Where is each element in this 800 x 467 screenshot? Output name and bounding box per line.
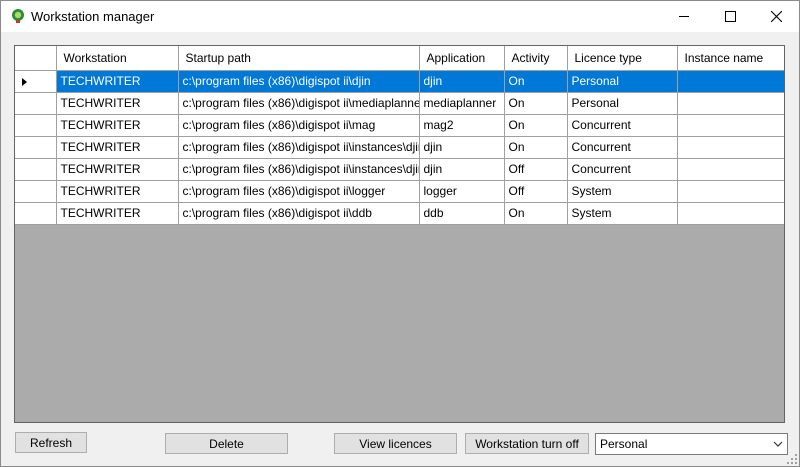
workstation-manager-window: Workstation manager Workstation Startup …	[0, 0, 800, 467]
cell-startup-path[interactable]: c:\program files (x86)\digispot ii\mag	[178, 114, 420, 137]
cell-licence-type[interactable]: Personal	[567, 70, 678, 93]
cell-startup-path[interactable]: c:\program files (x86)\digispot ii\insta…	[178, 158, 420, 181]
cell-licence-type[interactable]: System	[567, 202, 678, 225]
cell-activity[interactable]: On	[504, 136, 568, 159]
cell-licence-type[interactable]: Concurrent	[567, 158, 678, 181]
row-header[interactable]	[15, 136, 57, 159]
cell-workstation[interactable]: TECHWRITER	[56, 180, 179, 203]
cell-workstation[interactable]: TECHWRITER	[56, 92, 179, 115]
cell-workstation[interactable]: TECHWRITER	[56, 70, 179, 93]
table-row[interactable]: TECHWRITER c:\program files (x86)\digisp…	[15, 92, 784, 115]
cell-instance-name[interactable]	[677, 114, 784, 137]
refresh-button[interactable]: Refresh	[15, 432, 87, 453]
cell-startup-path[interactable]: c:\program files (x86)\digispot ii\insta…	[178, 136, 420, 159]
cell-workstation[interactable]: TECHWRITER	[56, 158, 179, 181]
table-row[interactable]: TECHWRITER c:\program files (x86)\digisp…	[15, 114, 784, 137]
cell-startup-path[interactable]: c:\program files (x86)\digispot ii\ddb	[178, 202, 420, 225]
table-row[interactable]: TECHWRITER c:\program files (x86)\digisp…	[15, 202, 784, 225]
header-row: Workstation Startup path Application Act…	[15, 46, 784, 71]
maximize-button[interactable]	[707, 1, 753, 32]
row-header[interactable]	[15, 202, 57, 225]
cell-activity[interactable]: On	[504, 114, 568, 137]
cell-startup-path[interactable]: c:\program files (x86)\digispot ii\djin	[178, 70, 420, 93]
table-row[interactable]: TECHWRITER c:\program files (x86)\digisp…	[15, 180, 784, 203]
column-header-workstation[interactable]: Workstation	[56, 46, 179, 71]
row-pointer-icon	[22, 77, 27, 86]
row-header-corner[interactable]	[15, 46, 57, 71]
licence-type-select-value: Personal	[600, 437, 648, 451]
maximize-icon	[724, 11, 736, 22]
close-button[interactable]	[753, 1, 799, 32]
cell-instance-name[interactable]	[677, 92, 784, 115]
cell-activity[interactable]: On	[504, 92, 568, 115]
licence-type-select[interactable]: Personal	[595, 433, 788, 455]
row-header[interactable]	[15, 92, 57, 115]
cell-application[interactable]: ddb	[419, 202, 505, 225]
cell-instance-name[interactable]	[677, 180, 784, 203]
cell-activity[interactable]: On	[504, 70, 568, 93]
column-header-instance-name[interactable]: Instance name	[677, 46, 784, 71]
cell-activity[interactable]: Off	[504, 180, 568, 203]
cell-instance-name[interactable]	[677, 202, 784, 225]
row-header[interactable]	[15, 158, 57, 181]
column-header-application[interactable]: Application	[419, 46, 505, 71]
chevron-down-icon	[773, 441, 783, 447]
workstation-turn-off-button[interactable]: Workstation turn off	[465, 433, 589, 454]
column-header-activity[interactable]: Activity	[504, 46, 568, 71]
cell-application[interactable]: logger	[419, 180, 505, 203]
cell-licence-type[interactable]: Personal	[567, 92, 678, 115]
window-title: Workstation manager	[31, 9, 155, 24]
cell-application[interactable]: mediaplanner	[419, 92, 505, 115]
cell-workstation[interactable]: TECHWRITER	[56, 114, 179, 137]
table-row[interactable]: TECHWRITER c:\program files (x86)\digisp…	[15, 136, 784, 159]
cell-activity[interactable]: On	[504, 202, 568, 225]
close-icon	[770, 11, 782, 22]
cell-startup-path[interactable]: c:\program files (x86)\digispot ii\logge…	[178, 180, 420, 203]
cell-workstation[interactable]: TECHWRITER	[56, 202, 179, 225]
cell-instance-name[interactable]	[677, 136, 784, 159]
cell-startup-path[interactable]: c:\program files (x86)\digispot ii\media…	[178, 92, 420, 115]
delete-button[interactable]: Delete	[165, 433, 288, 454]
row-header[interactable]	[15, 70, 57, 93]
cell-licence-type[interactable]: Concurrent	[567, 136, 678, 159]
cell-application[interactable]: mag2	[419, 114, 505, 137]
minimize-icon	[679, 16, 689, 17]
cell-application[interactable]: djin	[419, 158, 505, 181]
table-row[interactable]: TECHWRITER c:\program files (x86)\digisp…	[15, 158, 784, 181]
workstation-table: Workstation Startup path Application Act…	[15, 46, 784, 225]
cell-application[interactable]: djin	[419, 70, 505, 93]
app-icon	[12, 9, 24, 23]
column-header-startup-path[interactable]: Startup path	[178, 46, 420, 71]
size-grip-icon[interactable]	[787, 454, 797, 464]
cell-instance-name[interactable]	[677, 70, 784, 93]
cell-licence-type[interactable]: System	[567, 180, 678, 203]
view-licences-button[interactable]: View licences	[334, 433, 457, 454]
row-header[interactable]	[15, 180, 57, 203]
cell-workstation[interactable]: TECHWRITER	[56, 136, 179, 159]
cell-activity[interactable]: Off	[504, 158, 568, 181]
workstation-grid[interactable]: Workstation Startup path Application Act…	[14, 45, 785, 423]
row-header[interactable]	[15, 114, 57, 137]
title-bar[interactable]: Workstation manager	[1, 1, 799, 32]
cell-instance-name[interactable]	[677, 158, 784, 181]
cell-application[interactable]: djin	[419, 136, 505, 159]
cell-licence-type[interactable]: Concurrent	[567, 114, 678, 137]
column-header-licence-type[interactable]: Licence type	[567, 46, 678, 71]
minimize-button[interactable]	[661, 1, 707, 32]
table-row[interactable]: TECHWRITER c:\program files (x86)\digisp…	[15, 70, 784, 93]
